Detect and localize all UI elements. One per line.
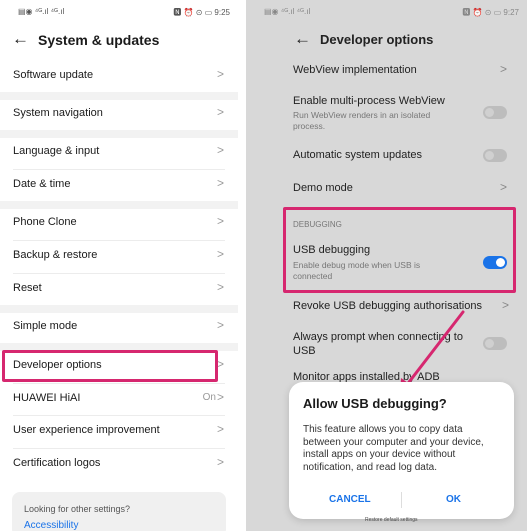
system-updates-screen: ▤◉ ⁴ᴳ.ıl ⁴ᴳ.ıl 🅽 ⏰ ⊙ ▭ 9:25 ← System & u… xyxy=(0,0,238,531)
settings-item-certification-logos[interactable]: Certification logos > xyxy=(0,449,238,479)
status-bar: ▤◉ ⁴ᴳ.ıl ⁴ᴳ.ıl 🅽 ⏰ ⊙ ▭ 9:27 xyxy=(246,0,527,22)
settings-item-reset[interactable]: Reset > xyxy=(0,274,238,304)
chevron-right-icon: > xyxy=(499,62,507,76)
always-prompt-item[interactable]: Always prompt when connecting to USB xyxy=(246,328,527,362)
allow-usb-debugging-dialog: Allow USB debugging? This feature allows… xyxy=(289,382,514,519)
settings-item-date-time[interactable]: Date & time > xyxy=(0,170,238,200)
status-bar: ▤◉ ⁴ᴳ.ıl ⁴ᴳ.ıl 🅽 ⏰ ⊙ ▭ 9:25 xyxy=(0,0,238,22)
item-label: Reset xyxy=(13,282,42,294)
chevron-right-icon: > xyxy=(216,280,224,294)
chevron-right-icon: > xyxy=(216,176,224,190)
item-value: On xyxy=(202,392,216,403)
item-label: Date & time xyxy=(13,178,71,190)
status-left: ▤◉ ⁴ᴳ.ıl ⁴ᴳ.ıl xyxy=(264,7,311,16)
chevron-right-icon: > xyxy=(216,455,224,469)
header: ← Developer options xyxy=(246,22,527,56)
header: ← System & updates xyxy=(0,22,238,56)
settings-item-software-update[interactable]: Software update > xyxy=(0,61,238,91)
item-label: Revoke USB debugging authorisations xyxy=(293,300,482,312)
back-arrow-icon[interactable]: ← xyxy=(12,29,29,49)
settings-item-simple-mode[interactable]: Simple mode > xyxy=(0,312,238,342)
accessibility-link[interactable]: Accessibility xyxy=(24,520,78,531)
dialog-title: Allow USB debugging? xyxy=(303,396,447,411)
item-label: Software update xyxy=(13,69,94,81)
chevron-right-icon: > xyxy=(216,357,224,371)
page-title: Developer options xyxy=(320,32,434,47)
item-label: Language & input xyxy=(13,145,100,157)
chevron-right-icon: > xyxy=(216,318,224,332)
item-sublabel: Run WebView renders in an isolated proce… xyxy=(293,110,431,131)
item-label: System navigation xyxy=(13,107,103,119)
chevron-right-icon: > xyxy=(216,67,224,81)
webview-implementation-item[interactable]: WebView implementation > xyxy=(246,62,527,82)
developer-options-highlight xyxy=(2,350,218,382)
settings-item-user-experience[interactable]: User experience improvement > xyxy=(0,416,238,446)
automatic-updates-item[interactable]: Automatic system updates xyxy=(246,146,527,166)
multiprocess-toggle[interactable] xyxy=(483,106,507,119)
item-label: Enable multi-process WebView xyxy=(293,95,445,107)
settings-item-phone-clone[interactable]: Phone Clone > xyxy=(0,208,238,238)
restore-defaults-label[interactable]: Restore default settings xyxy=(365,517,418,523)
automatic-updates-toggle[interactable] xyxy=(483,149,507,162)
chevron-right-icon: > xyxy=(216,247,224,261)
dialog-body: This feature allows you to copy data bet… xyxy=(303,424,484,473)
always-prompt-toggle[interactable] xyxy=(483,337,507,350)
multiprocess-webview-item[interactable]: Enable multi-process WebView Run WebView… xyxy=(246,92,527,134)
debugging-highlight xyxy=(283,207,516,293)
status-left: ▤◉ ⁴ᴳ.ıl ⁴ᴳ.ıl xyxy=(18,7,65,16)
item-label: User experience improvement xyxy=(13,424,160,436)
other-settings-card: Looking for other settings? Accessibilit… xyxy=(12,492,226,531)
revoke-authorisations-item[interactable]: Revoke USB debugging authorisations > xyxy=(246,298,527,318)
chevron-right-icon: > xyxy=(216,143,224,157)
chevron-right-icon: > xyxy=(216,390,224,404)
item-label: HUAWEI HiAI xyxy=(13,392,81,404)
chevron-right-icon: > xyxy=(216,422,224,436)
ok-button[interactable]: OK xyxy=(446,494,461,505)
chevron-right-icon: > xyxy=(501,298,509,312)
item-label: Demo mode xyxy=(293,182,353,194)
demo-mode-item[interactable]: Demo mode > xyxy=(246,179,527,199)
page-title: System & updates xyxy=(38,32,160,48)
item-label: Automatic system updates xyxy=(293,149,423,161)
item-label: Backup & restore xyxy=(13,249,98,261)
status-right: 🅽 ⏰ ⊙ ▭ 9:27 xyxy=(462,8,519,17)
item-label: Always prompt when connecting to USB xyxy=(293,331,463,357)
button-divider xyxy=(401,492,402,508)
item-label: Phone Clone xyxy=(13,216,77,228)
item-label: Certification logos xyxy=(13,457,101,469)
cancel-button[interactable]: CANCEL xyxy=(329,494,371,505)
settings-item-huawei-hiai[interactable]: HUAWEI HiAI On > xyxy=(0,384,238,414)
chevron-right-icon: > xyxy=(499,180,507,194)
chevron-right-icon: > xyxy=(216,105,224,119)
settings-item-system-navigation[interactable]: System navigation > xyxy=(0,99,238,129)
item-label: WebView implementation xyxy=(293,64,417,76)
item-label: Simple mode xyxy=(13,320,78,332)
other-settings-question: Looking for other settings? xyxy=(24,504,131,514)
status-right: 🅽 ⏰ ⊙ ▭ 9:25 xyxy=(173,8,230,17)
back-arrow-icon[interactable]: ← xyxy=(294,29,311,49)
settings-item-backup-restore[interactable]: Backup & restore > xyxy=(0,241,238,271)
panel-divider xyxy=(238,0,246,531)
settings-item-language-input[interactable]: Language & input > xyxy=(0,137,238,167)
chevron-right-icon: > xyxy=(216,214,224,228)
